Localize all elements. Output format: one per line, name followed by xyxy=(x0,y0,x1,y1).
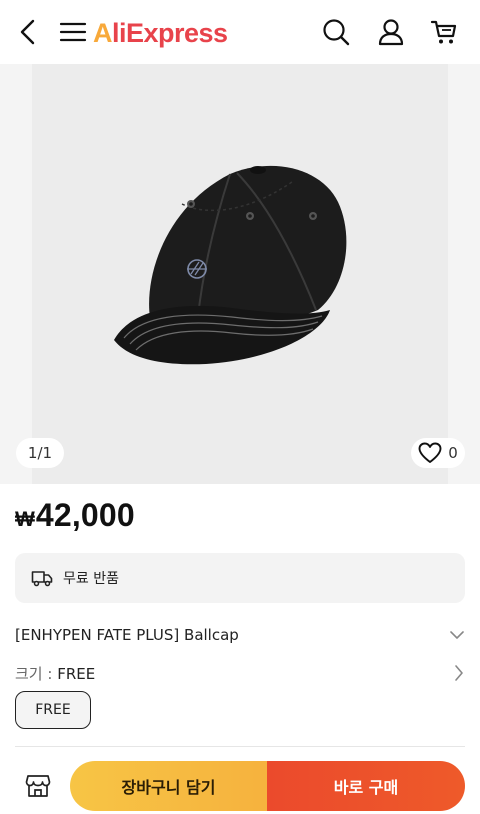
back-button[interactable] xyxy=(10,14,46,50)
account-button[interactable] xyxy=(373,14,409,50)
size-selection: 크기 : FREE xyxy=(15,663,95,684)
size-option-free[interactable]: FREE xyxy=(15,691,91,729)
top-nav-bar: AliExpress xyxy=(0,0,480,64)
product-image-gallery[interactable]: 1/1 0 xyxy=(0,64,480,484)
store-button[interactable] xyxy=(22,770,54,802)
buy-now-button[interactable]: 바로 구매 xyxy=(267,761,465,811)
chevron-right-icon xyxy=(455,665,463,681)
divider xyxy=(15,746,465,747)
chevron-down-icon xyxy=(450,631,464,639)
product-price: ₩ 42,000 xyxy=(15,497,135,534)
chevron-left-icon xyxy=(20,19,35,45)
like-count: 0 xyxy=(448,444,458,462)
product-photo xyxy=(32,64,448,484)
logo-first-letter: A xyxy=(93,17,113,48)
add-to-cart-button[interactable]: 장바구니 담기 xyxy=(70,761,267,811)
size-option-label: FREE xyxy=(35,702,71,718)
image-counter: 1/1 xyxy=(16,438,64,468)
free-returns-banner[interactable]: 무료 반품 xyxy=(15,553,465,603)
heart-icon xyxy=(418,442,442,463)
search-button[interactable] xyxy=(318,14,354,50)
currency-symbol: ₩ xyxy=(15,508,35,531)
product-title-row[interactable]: [ENHYPEN FATE PLUS] Ballcap xyxy=(15,622,465,648)
add-to-cart-label: 장바구니 담기 xyxy=(121,778,216,797)
image-counter-text: 1/1 xyxy=(27,444,53,462)
ballcap-image xyxy=(114,165,347,365)
menu-button[interactable] xyxy=(55,14,91,50)
store-icon xyxy=(25,775,51,797)
search-icon xyxy=(323,19,350,46)
aliexpress-logo[interactable]: AliExpress xyxy=(93,15,228,51)
price-amount: 42,000 xyxy=(35,497,135,533)
shopping-cart-icon xyxy=(430,20,457,44)
size-label: 크기 : xyxy=(15,664,58,683)
delivery-truck-icon xyxy=(31,571,53,587)
shipping-label: 무료 반품 xyxy=(63,571,119,587)
buy-now-label: 바로 구매 xyxy=(333,778,399,797)
wishlist-button[interactable]: 0 xyxy=(411,438,465,468)
purchase-actions: 장바구니 담기 바로 구매 xyxy=(70,761,465,811)
product-title: [ENHYPEN FATE PLUS] Ballcap xyxy=(15,626,239,644)
hamburger-menu-icon xyxy=(59,22,87,42)
logo-wordmark: liExpress xyxy=(112,17,228,48)
user-icon xyxy=(378,19,404,46)
size-selector-row[interactable]: 크기 : FREE xyxy=(15,660,465,686)
cart-button[interactable] xyxy=(426,14,462,50)
size-value: FREE xyxy=(57,664,96,683)
